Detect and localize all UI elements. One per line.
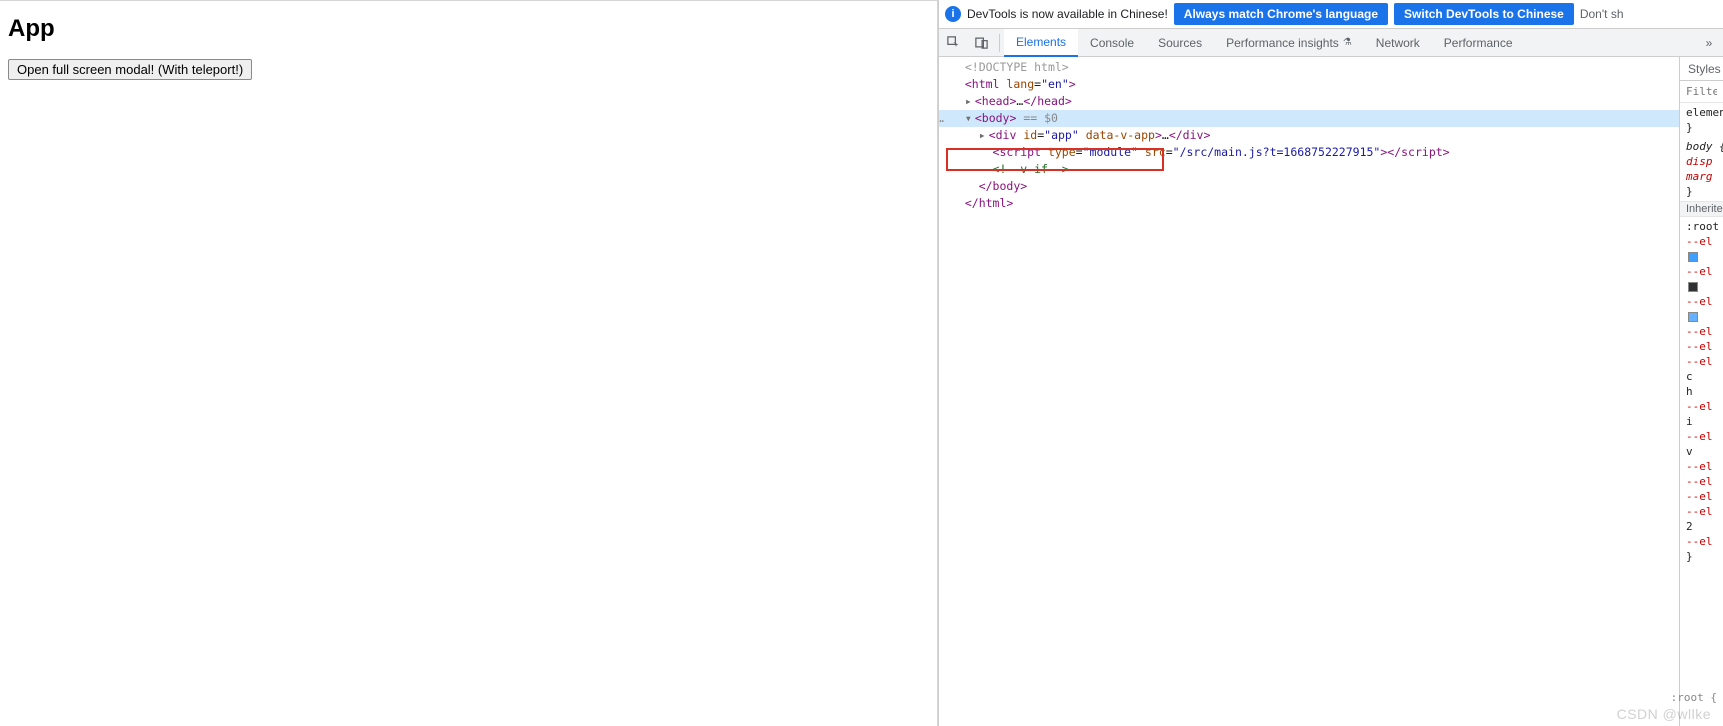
dom-line-selected[interactable]: ▾<body> == $0: [939, 110, 1679, 127]
styles-filter-input[interactable]: [1680, 85, 1723, 98]
body-rule-block[interactable]: body { disp marg }: [1680, 137, 1723, 201]
styles-tabs: Styles: [1680, 57, 1723, 81]
toggle-device-icon[interactable]: [967, 29, 995, 57]
styles-pane: Styles element } body { disp marg } Inhe…: [1679, 57, 1723, 726]
toolbar-separator: [999, 34, 1000, 52]
infobar: i DevTools is now available in Chinese! …: [939, 0, 1723, 29]
always-match-language-button[interactable]: Always match Chrome's language: [1174, 3, 1388, 25]
devtools-panel: i DevTools is now available in Chinese! …: [938, 0, 1723, 726]
info-icon: i: [945, 6, 961, 22]
tab-performance-insights[interactable]: Performance insights ⚗: [1214, 29, 1364, 57]
styles-filter: [1680, 81, 1723, 103]
inspect-element-icon[interactable]: [939, 29, 967, 57]
tab-performance[interactable]: Performance: [1432, 29, 1525, 57]
dom-line[interactable]: </html>: [939, 195, 1679, 212]
dont-show-again-text[interactable]: Don't sh: [1580, 7, 1624, 21]
devtools-tabs: Elements Console Sources Performance ins…: [1004, 29, 1695, 57]
open-modal-button[interactable]: Open full screen modal! (With teleport!): [8, 59, 252, 80]
root-rule-block[interactable]: :root { --el --el --el --el --el --el c …: [1680, 217, 1723, 566]
root-trail-label: :root {: [1671, 691, 1717, 704]
tab-console[interactable]: Console: [1078, 29, 1146, 57]
color-swatch[interactable]: [1688, 252, 1698, 262]
page-title: App: [8, 15, 929, 43]
inherited-header: Inherited: [1680, 201, 1723, 217]
elements-dom-tree[interactable]: <!DOCTYPE html> <html lang="en"> ▸<head>…: [939, 57, 1679, 726]
tab-elements[interactable]: Elements: [1004, 29, 1078, 57]
flask-icon: ⚗: [1343, 37, 1352, 48]
dom-line[interactable]: ▸<head>…</head>: [939, 93, 1679, 110]
dom-line[interactable]: <!DOCTYPE html>: [939, 59, 1679, 76]
dom-line[interactable]: <html lang="en">: [939, 76, 1679, 93]
tab-styles[interactable]: Styles: [1680, 62, 1723, 76]
switch-language-button[interactable]: Switch DevTools to Chinese: [1394, 3, 1574, 25]
dom-line[interactable]: </body>: [939, 178, 1679, 195]
tab-network[interactable]: Network: [1364, 29, 1432, 57]
tab-sources[interactable]: Sources: [1146, 29, 1214, 57]
more-tabs-icon[interactable]: »: [1695, 36, 1723, 50]
dom-line-vif[interactable]: <!--v-if-->: [939, 161, 1679, 178]
element-style-block[interactable]: element }: [1680, 103, 1723, 137]
color-swatch[interactable]: [1688, 312, 1698, 322]
dom-line[interactable]: ▸<div id="app" data-v-app>…</div>: [939, 127, 1679, 144]
dom-line[interactable]: <script type="module" src="/src/main.js?…: [939, 144, 1679, 161]
app-page: App Open full screen modal! (With telepo…: [0, 0, 938, 726]
color-swatch[interactable]: [1688, 282, 1698, 292]
infobar-message: DevTools is now available in Chinese!: [967, 7, 1168, 21]
devtools-toolbar: Elements Console Sources Performance ins…: [939, 29, 1723, 57]
